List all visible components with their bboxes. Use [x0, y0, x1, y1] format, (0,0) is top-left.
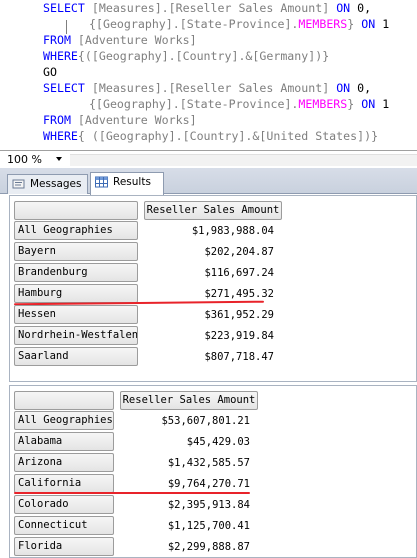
row-header[interactable]: Arizona [14, 453, 114, 472]
value-cell[interactable]: $1,125,700.41 [120, 516, 258, 536]
value-cell[interactable]: $116,697.24 [144, 263, 282, 283]
code-line-6: SELECT [Measures].[Reseller Sales Amount… [43, 81, 372, 95]
row-header[interactable]: All Geographies [14, 411, 114, 430]
row-header[interactable]: Hamburg [14, 284, 138, 303]
code-line-4: WHERE{([Geography].[Country].&[Germany])… [43, 49, 330, 63]
row-header[interactable]: Saarland [14, 347, 138, 366]
red-annotation-underline [14, 492, 250, 494]
editor-gutter [0, 0, 9, 150]
tab-messages-label: Messages [30, 178, 82, 190]
corner-header[interactable] [14, 201, 138, 220]
value-cell[interactable]: $1,983,988.04 [144, 221, 282, 241]
value-cell[interactable]: $2,299,888.87 [120, 537, 258, 557]
row-header[interactable]: California [14, 474, 114, 493]
row-header[interactable]: Florida [14, 537, 114, 556]
value-cell[interactable]: $223,919.84 [144, 326, 282, 346]
code-line-3: FROM [Adventure Works] [43, 33, 197, 47]
tab-results-label: Results [113, 176, 151, 188]
editor-status-bar: 100 % [0, 150, 417, 168]
zoom-value: 100 % [7, 153, 42, 166]
query-editor[interactable]: SELECT [Measures].[Reseller Sales Amount… [0, 0, 417, 150]
code-line-7: {[Geography].[State-Province].MEMBERS} O… [89, 97, 390, 111]
column-header[interactable]: Reseller Sales Amount [120, 391, 258, 410]
value-cell[interactable]: $9,764,270.71 [120, 474, 258, 494]
row-header[interactable]: Nordrhein-Westfalen [14, 326, 138, 345]
results-tab-bar: Messages Results [0, 168, 417, 195]
row-header[interactable]: Bayern [14, 242, 138, 261]
value-cell[interactable]: $361,952.29 [144, 305, 282, 325]
column-header[interactable]: Reseller Sales Amount [144, 201, 282, 220]
code-line-2: {[Geography].[State-Province].MEMBERS} O… [89, 17, 390, 31]
results-grid-1[interactable]: Reseller Sales Amount All Geographies $1… [9, 195, 417, 382]
code-line-5: GO [43, 65, 57, 79]
row-header[interactable]: All Geographies [14, 221, 138, 240]
row-header[interactable]: Alabama [14, 432, 114, 451]
results-grid-2[interactable]: Reseller Sales Amount All Geographies $5… [9, 385, 417, 558]
row-header[interactable]: Brandenburg [14, 263, 138, 282]
value-cell[interactable]: $45,429.03 [120, 432, 258, 452]
value-cell[interactable]: $2,395,913.84 [120, 495, 258, 515]
code-line-9: WHERE{ ([Geography].[Country].&[United S… [43, 129, 379, 143]
tab-results[interactable]: Results [90, 172, 164, 195]
tab-messages[interactable]: Messages [7, 174, 88, 194]
horizontal-scrollbar[interactable] [70, 154, 417, 166]
corner-header[interactable] [14, 391, 114, 410]
code-line-1: SELECT [Measures].[Reseller Sales Amount… [43, 1, 372, 15]
row-header[interactable]: Colorado [14, 495, 114, 514]
code-line-8: FROM [Adventure Works] [43, 113, 197, 127]
value-cell[interactable]: $807,718.47 [144, 347, 282, 367]
value-cell[interactable]: $202,204.87 [144, 242, 282, 262]
row-header[interactable]: Connecticut [14, 516, 114, 535]
chevron-down-icon[interactable] [56, 157, 62, 161]
value-cell[interactable]: $53,607,801.21 [120, 411, 258, 431]
messages-icon [12, 179, 25, 189]
row-header[interactable]: Hessen [14, 305, 138, 324]
grid-icon [95, 176, 108, 188]
value-cell[interactable]: $1,432,585.57 [120, 453, 258, 473]
